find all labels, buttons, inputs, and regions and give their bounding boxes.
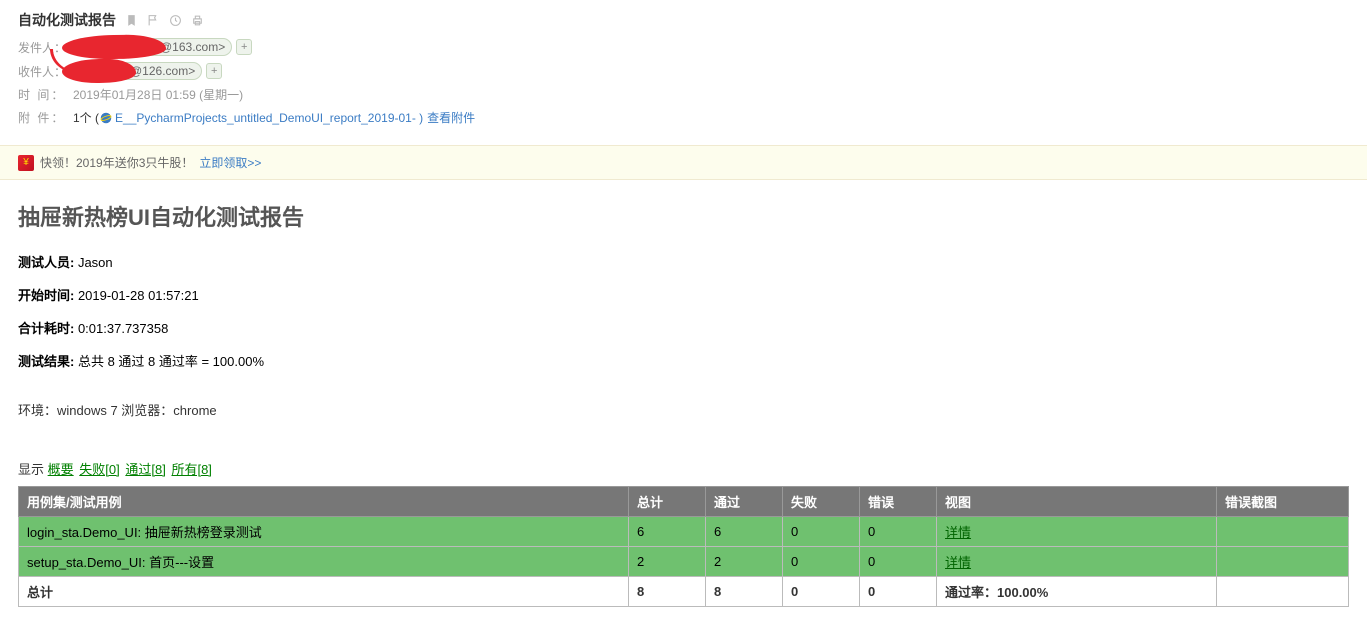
th-pass: 通过	[706, 487, 783, 517]
start-label: 开始时间:	[18, 288, 74, 303]
th-screenshot: 错误截图	[1217, 487, 1349, 517]
start-time-row: 开始时间: 2019-01-28 01:57:21	[18, 285, 1349, 304]
table-footer-row: 总计 8 8 0 0 通过率：100.00%	[19, 577, 1349, 607]
tester-label: 测试人员:	[18, 255, 74, 270]
th-suite: 用例集/测试用例	[19, 487, 629, 517]
attach-count: 1个 (	[73, 109, 99, 126]
th-view: 视图	[937, 487, 1217, 517]
promo-link[interactable]: 立即领取>>	[199, 154, 261, 171]
recipient-chip[interactable]: @126.com>	[73, 62, 202, 80]
cell-suite: setup_sta.Demo_UI: 首页---设置	[19, 547, 629, 577]
report-body: 抽屉新热榜UI自动化测试报告 测试人员: Jason 开始时间: 2019-01…	[0, 180, 1367, 627]
footer-rate: 通过率：100.00%	[937, 577, 1217, 607]
cell-pass: 6	[706, 517, 783, 547]
footer-pass: 8	[706, 577, 783, 607]
print-icon[interactable]	[190, 13, 204, 27]
sender-chip[interactable]: @163.com>	[73, 38, 232, 56]
attachment-link[interactable]: E__PycharmProjects_untitled_DemoUI_repor…	[115, 111, 423, 125]
cell-view: 详情	[937, 547, 1217, 577]
view-attachment-link[interactable]: 查看附件	[427, 109, 475, 126]
environment-row: 环境：windows 7 浏览器：chrome	[18, 400, 1349, 419]
duration-row: 合计耗时: 0:01:37.737358	[18, 318, 1349, 337]
cell-screenshot	[1217, 517, 1349, 547]
detail-link[interactable]: 详情	[945, 555, 971, 570]
add-sender-button[interactable]: +	[236, 39, 252, 55]
cell-view: 详情	[937, 517, 1217, 547]
recipient-row: 收件人： @126.com> +	[18, 62, 1349, 80]
promo-text: 快领！2019年送你3只牛股！	[40, 154, 193, 171]
filter-summary[interactable]: 概要	[48, 462, 74, 477]
time-value: 2019年01月28日 01:59 (星期一)	[73, 86, 243, 103]
th-total: 总计	[629, 487, 706, 517]
tester-value: Jason	[74, 255, 112, 270]
time-row: 时 间： 2019年01月28日 01:59 (星期一)	[18, 86, 1349, 103]
filter-row: 显示 概要 失败[0] 通过[8] 所有[8]	[18, 459, 1349, 478]
detail-link[interactable]: 详情	[945, 525, 971, 540]
footer-error: 0	[860, 577, 937, 607]
cell-total: 2	[629, 547, 706, 577]
cell-screenshot	[1217, 547, 1349, 577]
sender-domain: @163.com>	[160, 40, 225, 54]
flag-icon[interactable]	[146, 13, 160, 27]
tester-row: 测试人员: Jason	[18, 252, 1349, 271]
redacted-recipient	[80, 64, 130, 78]
table-row: setup_sta.Demo_UI: 首页---设置 2 2 0 0 详情	[19, 547, 1349, 577]
cell-suite: login_sta.Demo_UI: 抽屉新热榜登录测试	[19, 517, 629, 547]
subject-line: 自动化测试报告	[18, 10, 1349, 30]
footer-fail: 0	[783, 577, 860, 607]
cell-error: 0	[860, 517, 937, 547]
cell-total: 6	[629, 517, 706, 547]
footer-label: 总计	[19, 577, 629, 607]
ie-icon	[99, 111, 113, 125]
promo-icon: ¥	[18, 155, 34, 171]
redacted-sender	[80, 40, 160, 54]
promo-bar: ¥ 快领！2019年送你3只牛股！ 立即领取>>	[0, 145, 1367, 180]
cell-pass: 2	[706, 547, 783, 577]
table-row: login_sta.Demo_UI: 抽屉新热榜登录测试 6 6 0 0 详情	[19, 517, 1349, 547]
email-header: 自动化测试报告 发件人： @163.com> + 收件人： @126.com> …	[0, 0, 1367, 137]
footer-screenshot	[1217, 577, 1349, 607]
duration-value: 0:01:37.737358	[74, 321, 168, 336]
filter-passed[interactable]: 通过[8]	[125, 462, 165, 477]
sender-row: 发件人： @163.com> +	[18, 38, 1349, 56]
recipient-domain: @126.com>	[130, 64, 195, 78]
cell-error: 0	[860, 547, 937, 577]
result-label: 测试结果:	[18, 354, 74, 369]
start-value: 2019-01-28 01:57:21	[74, 288, 198, 303]
bookmark-icon[interactable]	[124, 13, 138, 27]
time-label: 时 间：	[18, 86, 73, 103]
attach-label: 附 件：	[18, 109, 73, 126]
th-error: 错误	[860, 487, 937, 517]
add-recipient-button[interactable]: +	[206, 63, 222, 79]
filter-all[interactable]: 所有[8]	[171, 462, 211, 477]
result-row: 测试结果: 总共 8 通过 8 通过率 = 100.00%	[18, 351, 1349, 370]
footer-total: 8	[629, 577, 706, 607]
show-label: 显示	[18, 462, 48, 477]
duration-label: 合计耗时:	[18, 321, 74, 336]
report-table: 用例集/测试用例 总计 通过 失败 错误 视图 错误截图 login_sta.D…	[18, 486, 1349, 607]
filter-failed[interactable]: 失败[0]	[79, 462, 119, 477]
table-header-row: 用例集/测试用例 总计 通过 失败 错误 视图 错误截图	[19, 487, 1349, 517]
attachment-row: 附 件： 1个 ( E__PycharmProjects_untitled_De…	[18, 109, 1349, 126]
cell-fail: 0	[783, 547, 860, 577]
result-value: 总共 8 通过 8 通过率 = 100.00%	[74, 354, 264, 369]
cell-fail: 0	[783, 517, 860, 547]
th-fail: 失败	[783, 487, 860, 517]
email-subject: 自动化测试报告	[18, 10, 116, 30]
report-title: 抽屉新热榜UI自动化测试报告	[18, 200, 1349, 232]
clock-icon[interactable]	[168, 13, 182, 27]
